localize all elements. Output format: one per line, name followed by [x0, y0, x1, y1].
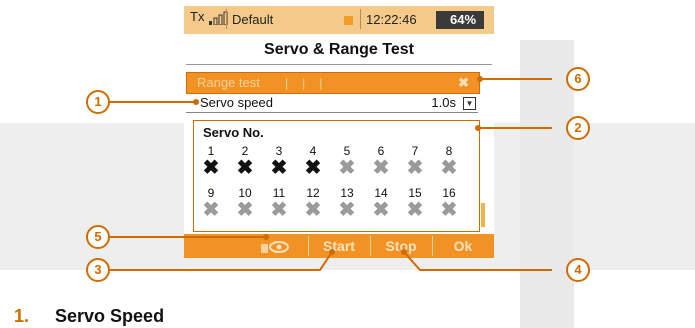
callout-2: 2: [566, 116, 590, 140]
section-caption: 1. Servo Speed: [14, 306, 164, 327]
callout-3: 3: [86, 258, 110, 282]
callout-1: 1: [86, 90, 110, 114]
caption-text: Servo Speed: [55, 306, 165, 326]
caption-number: 1.: [14, 306, 30, 326]
callout-5: 5: [86, 225, 110, 249]
callout-4: 4: [566, 258, 590, 282]
callout-6: 6: [566, 67, 590, 91]
